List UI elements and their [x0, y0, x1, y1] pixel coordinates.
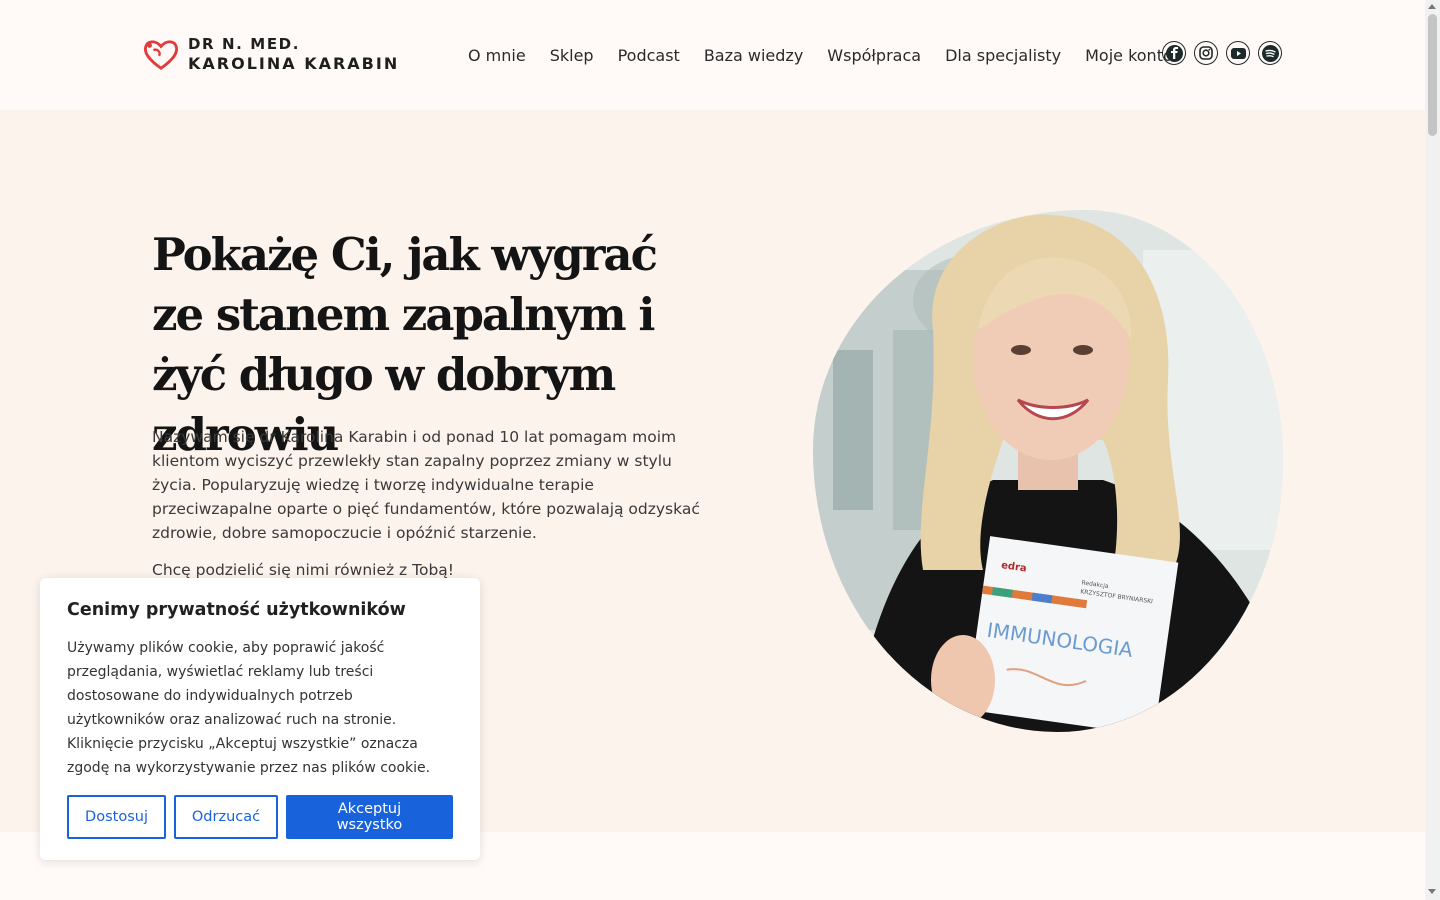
cookie-text: Używamy plików cookie, aby poprawić jako…: [67, 640, 431, 776]
facebook-icon[interactable]: [1162, 41, 1186, 65]
social-links: [1162, 41, 1282, 65]
nav-item-moje-konto[interactable]: Moje konto: [1085, 46, 1173, 65]
nav-item-o-mnie[interactable]: O mnie: [468, 46, 526, 65]
nav-item-podcast[interactable]: Podcast: [618, 46, 680, 65]
cookie-consent-banner: Cenimy prywatność użytkowników Używamy p…: [40, 578, 480, 860]
cookie-title: Cenimy prywatność użytkowników: [67, 600, 406, 620]
page-scrollbar[interactable]: [1425, 0, 1440, 900]
main-nav: O mnie Sklep Podcast Baza wiedzy Współpr…: [468, 42, 1197, 68]
scroll-thumb[interactable]: [1428, 14, 1437, 136]
hero-portrait-image: edra Redakcja KRZYSZTOF BRYNIARSKI IMMUN…: [813, 210, 1283, 732]
cookie-accept-all-button[interactable]: Akceptuj wszystko: [286, 795, 453, 839]
nav-item-sklep[interactable]: Sklep: [550, 46, 594, 65]
scroll-down-icon[interactable]: [1428, 889, 1436, 894]
cookie-customize-button[interactable]: Dostosuj: [67, 795, 166, 839]
scroll-up-icon[interactable]: [1428, 4, 1436, 9]
youtube-icon[interactable]: [1226, 41, 1250, 65]
nav-item-wspolpraca[interactable]: Współpraca: [827, 46, 921, 65]
logo-heart-icon: [143, 40, 179, 71]
cookie-reject-button[interactable]: Odrzucać: [174, 795, 278, 839]
logo-line-2: KAROLINA KARABIN: [188, 54, 400, 73]
site-header: DR N. MED. KAROLINA KARABIN O mnie Sklep…: [0, 0, 1425, 110]
logo-line-1: DR N. MED.: [188, 35, 301, 53]
instagram-icon[interactable]: [1194, 41, 1218, 65]
site-logo[interactable]: DR N. MED. KAROLINA KARABIN: [142, 34, 399, 74]
spotify-icon[interactable]: [1258, 41, 1282, 65]
nav-item-dla-specjalisty[interactable]: Dla specjalisty: [945, 46, 1061, 65]
nav-item-baza-wiedzy[interactable]: Baza wiedzy: [704, 46, 803, 65]
hero-paragraph: Nazywam się dr Karolina Karabin i od pon…: [152, 428, 700, 542]
